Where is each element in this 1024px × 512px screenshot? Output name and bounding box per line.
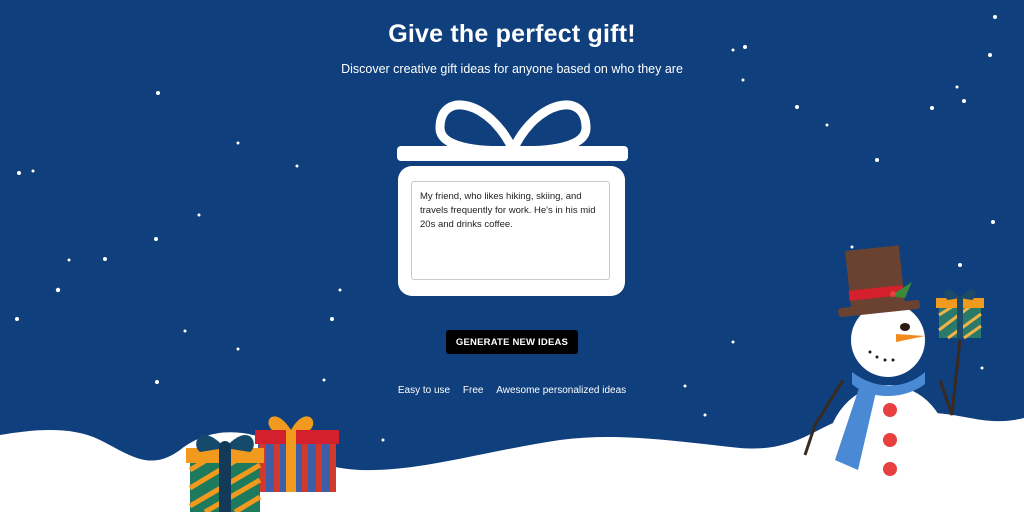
- feature-free: Free: [462, 385, 484, 396]
- feature-list: Easy to use Free Awesome personalized id…: [0, 385, 1024, 396]
- generate-ideas-button[interactable]: GENERATE NEW IDEAS: [446, 330, 578, 354]
- feature-personalized-ideas: Awesome personalized ideas: [496, 385, 627, 396]
- feature-easy-to-use: Easy to use: [397, 385, 451, 396]
- page-title: Give the perfect gift!: [388, 20, 636, 48]
- page-subtitle: Discover creative gift ideas for anyone …: [341, 62, 683, 76]
- recipient-description-input[interactable]: My friend, who likes hiking, skiing, and…: [411, 181, 610, 280]
